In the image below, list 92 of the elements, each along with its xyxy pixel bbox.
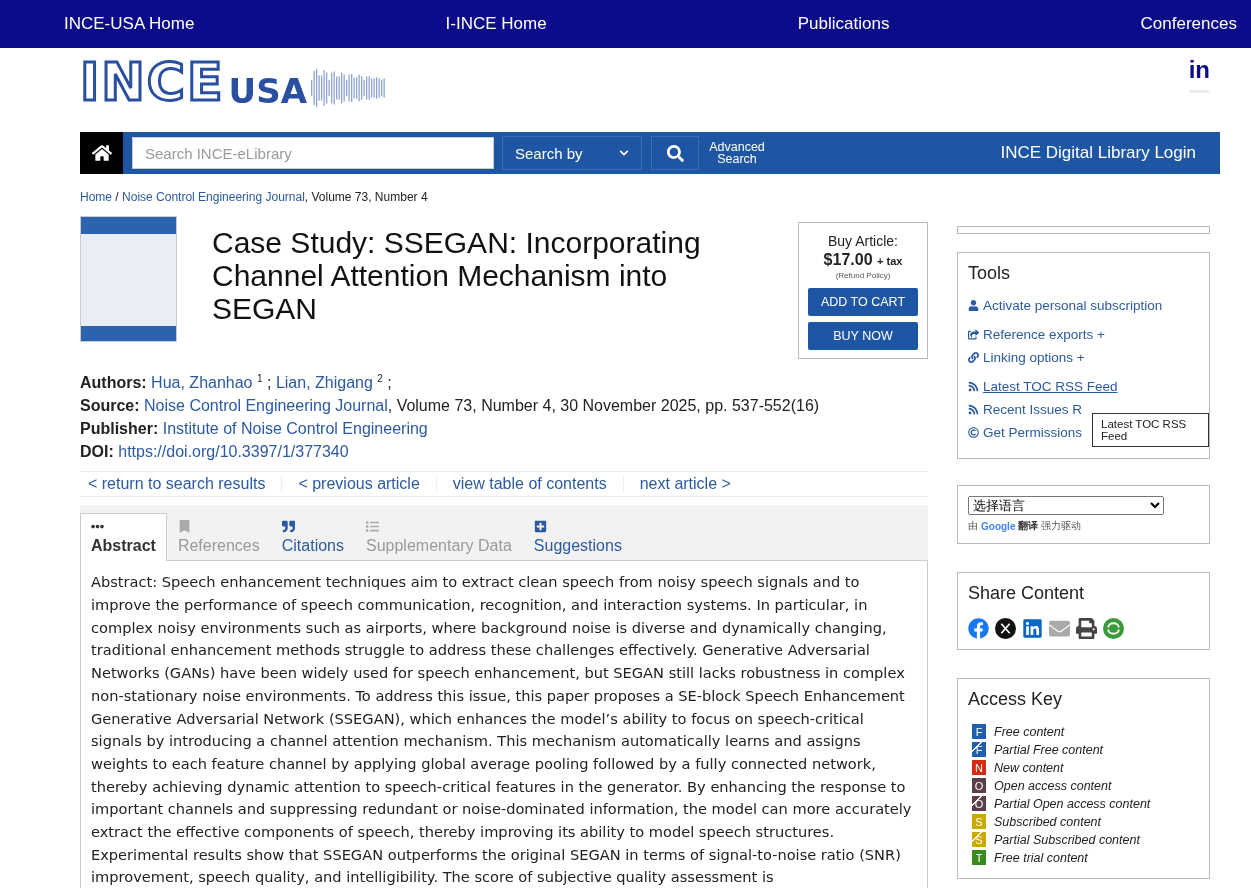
search-by-dropdown[interactable]: Search by xyxy=(502,136,642,170)
panel-title: Tools xyxy=(968,263,1012,284)
tab-icon xyxy=(177,520,191,534)
nav-link[interactable]: I-INCE Home xyxy=(445,14,547,34)
affiliation-mark: 2 xyxy=(377,373,383,384)
meta-label: Source: xyxy=(80,397,140,415)
copyright-icon xyxy=(968,427,979,438)
tab[interactable]: Suggestions xyxy=(522,513,633,562)
tab[interactable]: Citations xyxy=(270,513,355,562)
facebook-icon[interactable] xyxy=(968,618,989,639)
access-badge: S xyxy=(972,814,986,829)
tool-link[interactable]: Linking options + xyxy=(968,350,1199,365)
access-label: New content xyxy=(994,760,1064,775)
meta-link[interactable]: Noise Control Engineering Journal xyxy=(144,397,388,415)
search-icon xyxy=(666,144,684,162)
access-label: Partial Subscribed content xyxy=(994,832,1140,847)
access-label: Partial Open access content xyxy=(994,796,1151,811)
access-label: Free trial content xyxy=(994,850,1088,865)
chevron-down-icon xyxy=(619,148,629,158)
language-select[interactable]: 选择语言 xyxy=(968,496,1164,515)
panel-title: Access Key xyxy=(968,689,1064,710)
rss-icon xyxy=(968,404,979,415)
tab-icon xyxy=(533,520,547,534)
tab-icon xyxy=(281,520,295,534)
meta-link[interactable]: https://doi.org/10.3397/1/377340 xyxy=(118,443,349,461)
x-icon[interactable] xyxy=(995,618,1016,639)
access-badge: F xyxy=(972,724,986,739)
breadcrumb-link[interactable]: Noise Control Engineering Journal xyxy=(122,190,305,204)
article-nav-link[interactable]: < previous article xyxy=(290,475,437,494)
price: $17.00 + tax xyxy=(823,251,903,269)
article-title: Case Study: SSEGAN: Incorporating Channel Attention Mechanism into SEGAN xyxy=(212,226,702,325)
access-badge: O xyxy=(972,796,986,811)
tool-link[interactable]: Activate personal subscription xyxy=(968,298,1199,313)
translate-credit: 由 xyxy=(968,519,978,533)
buy-title: Buy Article: xyxy=(828,233,898,249)
meta-label: DOI: xyxy=(80,443,114,461)
home-icon xyxy=(91,143,112,163)
breadcrumb-text: , Volume 73, Number 4 xyxy=(304,190,428,204)
meta-text: , Volume 73, Number 4, 30 November 2025, pp. 537-552(16) xyxy=(387,397,820,415)
translate-credit: 翻译 xyxy=(1018,519,1039,533)
abstract-text: Abstract: Speech enhancement techniques aim to extract clean speech from noisy speech signals and to improve the performance of speech communication, recognition, and interaction systems. In particular, in complex noisy environments such as airports, where background noise is diverse and dynamically changing, traditional enhancement methods struggle to address these challenges effectively. Generative Adversarial Networks (GANs) have been widely used for speech enhancement, but SEGAN still lacks robustness in complex non-stationary noise environments. To address this issue, this paper proposes a SE-block Speech Enhancement Generative Adversarial Network (SSEGAN), which enhances the model’s ability to focus on speech-critical signals by introducing a channel attention mechanism. This mechanism automatically learns and assigns weights to each feature channel by applying global average pooling followed by a fully connected network, thereby achieving dynamic attention to speech-critical features in the generator. By enhancing the response to important channels and suppressing redundant or noise-dominated information, the model can more accurately extract the effective components of speech, thereby improving its ability to model speech structures. Experimental results show that SSEGAN outperforms the original SEGAN in terms of signal-to-noise ratio (SNR) improvement, speech quality, and intelligibility. The score of subjective quality assessment is xyxy=(80,561,928,888)
buy-button[interactable]: BUY NOW xyxy=(808,322,918,350)
access-label: Free content xyxy=(994,724,1065,739)
google-logo: Google xyxy=(981,520,1016,532)
linkedin-link[interactable]: in xyxy=(1188,56,1210,93)
tool-link[interactable]: Latest TOC RSS Feed xyxy=(968,379,1199,394)
login-link[interactable]: INCE Digital Library Login xyxy=(1000,143,1196,163)
breadcrumb-link[interactable]: Home xyxy=(80,190,112,204)
tooltip: Latest TOC RSS Feed xyxy=(1092,413,1209,447)
access-badge: T xyxy=(972,850,986,865)
export-icon xyxy=(968,329,979,340)
tab-icon xyxy=(366,520,379,534)
refund-link[interactable]: (Refund Policy) xyxy=(835,271,891,280)
access-badge: F xyxy=(972,742,986,757)
article-nav-link[interactable]: view table of contents xyxy=(444,475,624,494)
panel-title: Share Content xyxy=(968,583,1086,604)
access-label: Partial Free content xyxy=(994,742,1104,757)
access-badge: S xyxy=(972,832,986,847)
tab[interactable]: Abstract xyxy=(80,513,167,562)
meta-link[interactable]: Institute of Noise Control Engineering xyxy=(162,420,428,438)
print-icon[interactable] xyxy=(1076,618,1097,639)
nav-link[interactable]: INCE-USA Home xyxy=(64,14,195,34)
article-nav-link[interactable]: < return to search results xyxy=(80,475,283,494)
separator: ; xyxy=(266,374,273,392)
share-icon[interactable] xyxy=(1103,618,1124,639)
home-button[interactable] xyxy=(80,132,123,174)
nav-link[interactable]: Conferences xyxy=(1140,14,1237,34)
meta-label: Authors: xyxy=(80,374,147,392)
access-badge: O xyxy=(972,778,986,793)
search-field[interactable]: Search INCE-eLibrary xyxy=(132,137,494,169)
access-label: Open access content xyxy=(994,778,1112,793)
rss-icon xyxy=(968,381,979,392)
separator: ; xyxy=(386,374,392,392)
buy-button[interactable]: ADD TO CART xyxy=(808,288,918,316)
tool-link[interactable]: Reference exports + xyxy=(968,327,1199,342)
nav-link[interactable]: Publications xyxy=(797,14,890,34)
user-icon xyxy=(968,300,979,311)
author-link[interactable]: Lian, Zhigang xyxy=(275,374,373,392)
access-badge: N xyxy=(972,760,986,775)
link-icon xyxy=(968,352,979,363)
meta-label: Publisher: xyxy=(80,420,159,438)
linkedin-icon[interactable] xyxy=(1022,618,1043,639)
translate-credit: 强力驱动 xyxy=(1041,519,1082,533)
article-nav-link[interactable]: next article > xyxy=(631,475,747,494)
waveform-icon xyxy=(311,68,387,108)
advanced-search-link[interactable]: Advanced Search xyxy=(707,141,767,165)
logo: INCE USA xyxy=(80,56,387,108)
affiliation-mark: 1 xyxy=(256,373,263,384)
access-label: Subscribed content xyxy=(994,814,1101,829)
search-button[interactable] xyxy=(651,136,699,170)
author-link[interactable]: Hua, Zhanhao xyxy=(151,374,253,392)
breadcrumb-separator: / xyxy=(114,190,120,204)
